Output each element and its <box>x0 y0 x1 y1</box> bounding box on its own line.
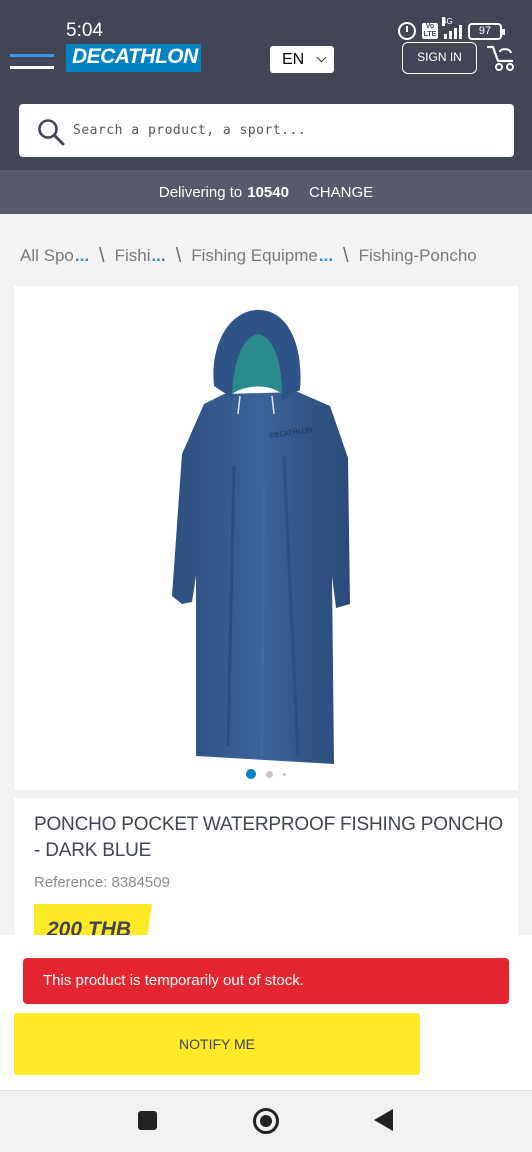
carousel-dot[interactable] <box>283 772 286 776</box>
language-select[interactable]: EN <box>270 46 334 73</box>
breadcrumb-separator: \ <box>99 244 105 267</box>
cart-icon[interactable] <box>486 44 516 72</box>
poncho-illustration: DECATHLON <box>172 309 350 764</box>
breadcrumb-item-fishing-equipment[interactable]: Fishing Equipme... <box>191 246 333 266</box>
search-icon[interactable] <box>37 118 65 146</box>
product-image[interactable]: DECATHLON <box>14 286 518 790</box>
recents-icon[interactable] <box>138 1111 157 1130</box>
product-price: 200 THB <box>47 918 132 936</box>
decathlon-logo[interactable]: DECATHLON <box>66 44 201 72</box>
status-bar: 5:04 Vo LTE 4G 97 <box>0 0 532 44</box>
carousel-dot-active[interactable] <box>246 769 256 779</box>
change-location-link[interactable]: CHANGE <box>309 184 373 201</box>
breadcrumb: All Spo... \ Fishi... \ Fishing Equipme.… <box>0 234 532 278</box>
signal-icon: 4G <box>442 17 462 39</box>
signin-button[interactable]: SIGN IN <box>402 42 477 74</box>
delivery-prefix: Delivering to <box>158 183 243 201</box>
price-tag: 200 THB <box>34 904 152 936</box>
back-icon[interactable] <box>374 1109 393 1131</box>
breadcrumb-item-current: Fishing-Poncho <box>358 246 477 265</box>
network-label: 4G <box>442 17 453 26</box>
home-icon[interactable] <box>253 1108 279 1134</box>
product-reference: Reference: 8384509 <box>34 874 170 891</box>
status-time: 5:04 <box>66 20 103 41</box>
app-header: 5:04 Vo LTE 4G 97 DECATHLON EN SIGN IN <box>0 0 532 170</box>
notify-me-button[interactable]: NOTIFY ME <box>14 1013 420 1075</box>
alarm-icon <box>398 22 416 40</box>
menu-icon[interactable] <box>10 50 54 70</box>
divider <box>14 790 518 798</box>
volte-icon: Vo LTE <box>422 23 438 39</box>
language-value: EN <box>282 51 305 68</box>
product-title: PONCHO POCKET WATERPROOF FISHING PONCHO … <box>34 814 503 861</box>
delivery-zip: 10540 <box>247 183 289 201</box>
status-icons: Vo LTE 4G 97 <box>398 17 505 42</box>
system-nav-bar <box>0 1090 532 1152</box>
breadcrumb-separator: \ <box>343 244 349 267</box>
battery-icon: 97 <box>468 22 505 40</box>
search-box[interactable] <box>19 104 514 157</box>
search-input[interactable] <box>73 104 493 157</box>
breadcrumb-item-fishing[interactable]: Fishi... <box>115 246 166 266</box>
carousel-dot[interactable] <box>266 770 273 778</box>
out-of-stock-alert: This product is temporarily out of stock… <box>23 958 509 1004</box>
delivery-bar: Delivering to 10540 CHANGE <box>0 170 532 214</box>
breadcrumb-separator: \ <box>175 244 182 267</box>
breadcrumb-item-all-sports[interactable]: All Spo... <box>20 246 89 266</box>
product-card: DECATHLON PONCHO POCKET WATERPROOF FISHI… <box>14 286 518 936</box>
chevron-down-icon <box>316 52 327 63</box>
image-carousel-dots <box>14 768 518 780</box>
